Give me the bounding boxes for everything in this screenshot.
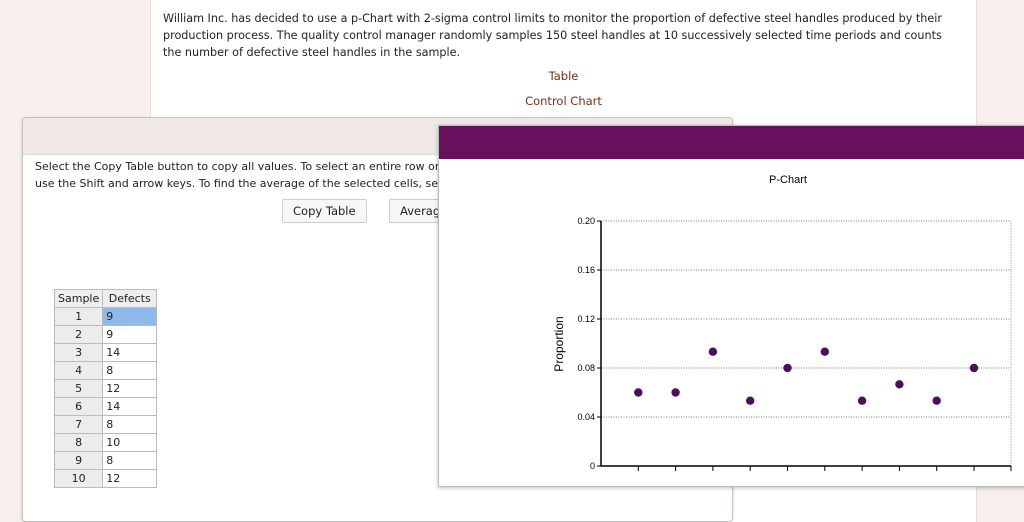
data-point [671,388,680,397]
table-row: 78 [53,415,158,434]
data-point [820,347,829,356]
y-tick-label: 0 [590,461,595,471]
control-chart-link[interactable]: Control Chart [151,94,976,108]
y-tick-label: 0.08 [577,363,595,373]
problem-text: William Inc. has decided to use a p-Char… [163,12,942,59]
table-row: 6 14 [53,397,158,416]
table-row: 10 12 [53,469,158,488]
header-defects[interactable]: Defects [102,289,158,308]
table-row: 48 [53,361,158,380]
y-tick-label: 0.12 [577,314,595,324]
instructions-line: Select the Copy Table button to copy all… [35,160,456,173]
sample-cell[interactable]: 6 [53,397,104,416]
data-point [783,363,792,373]
sample-cell[interactable]: 1 [53,307,104,326]
y-tick-label: 0.20 [577,216,595,226]
sample-cell[interactable]: 3 [53,343,104,362]
header-sample[interactable]: Sample [53,289,104,308]
sample-cell[interactable]: 5 [53,379,104,398]
sample-cell[interactable]: 4 [53,361,104,380]
sample-cell[interactable]: 7 [53,415,104,434]
dialog-instructions: Select the Copy Table button to copy all… [35,158,458,192]
table-row: 19 [53,307,158,326]
defects-cell[interactable]: 10 [102,433,158,452]
data-point [932,396,941,405]
defects-cell[interactable]: 9 [102,325,158,344]
table-link[interactable]: Table [151,69,976,83]
defects-cell[interactable]: 12 [102,379,158,398]
data-point [969,363,979,373]
y-tick-label: 0.16 [577,265,595,275]
instructions-line: use the Shift and arrow keys. To find th… [35,177,459,190]
sample-cell[interactable]: 9 [53,451,104,470]
data-point [634,388,643,397]
defects-cell[interactable]: 9 [102,307,158,326]
table-row: 29 [53,325,158,344]
data-point [708,347,718,356]
sample-cell[interactable]: 10 [53,469,104,488]
table-row: 98 [53,451,158,470]
y-tick-label: 0.04 [577,412,595,422]
y-axis-label: Proportion [552,316,566,371]
data-point [746,396,755,405]
copy-table-button[interactable]: Copy Table [282,199,367,223]
data-point [857,396,867,405]
table-row: 3 14 [53,343,158,362]
table-row: 8 10 [53,433,158,452]
control-chart-window: P-Chart Proportion 0 0.04 0.08 0.12 0.16 0.20 [438,125,1024,487]
chart-title: P-Chart [769,174,807,186]
data-table: Sample Defects 1 9 2 9 3 14 4 8 5 12 6 14 7 8 8 10 9 8 10 12 [53,289,158,488]
table-row: 5 12 [53,379,158,398]
p-chart: P-Chart Proportion 0 0.04 0.08 0.12 0.16 0.20 [552,174,1012,471]
defects-cell[interactable]: 8 [102,361,158,380]
defects-cell[interactable]: 14 [102,343,158,362]
defects-cell[interactable]: 8 [102,451,158,470]
sample-cell[interactable]: 2 [53,325,104,344]
data-point [895,380,904,389]
defects-cell[interactable]: 8 [102,415,158,434]
defects-cell[interactable]: 14 [102,397,158,416]
defects-cell[interactable]: 12 [102,469,158,488]
sample-cell[interactable]: 8 [53,433,104,452]
